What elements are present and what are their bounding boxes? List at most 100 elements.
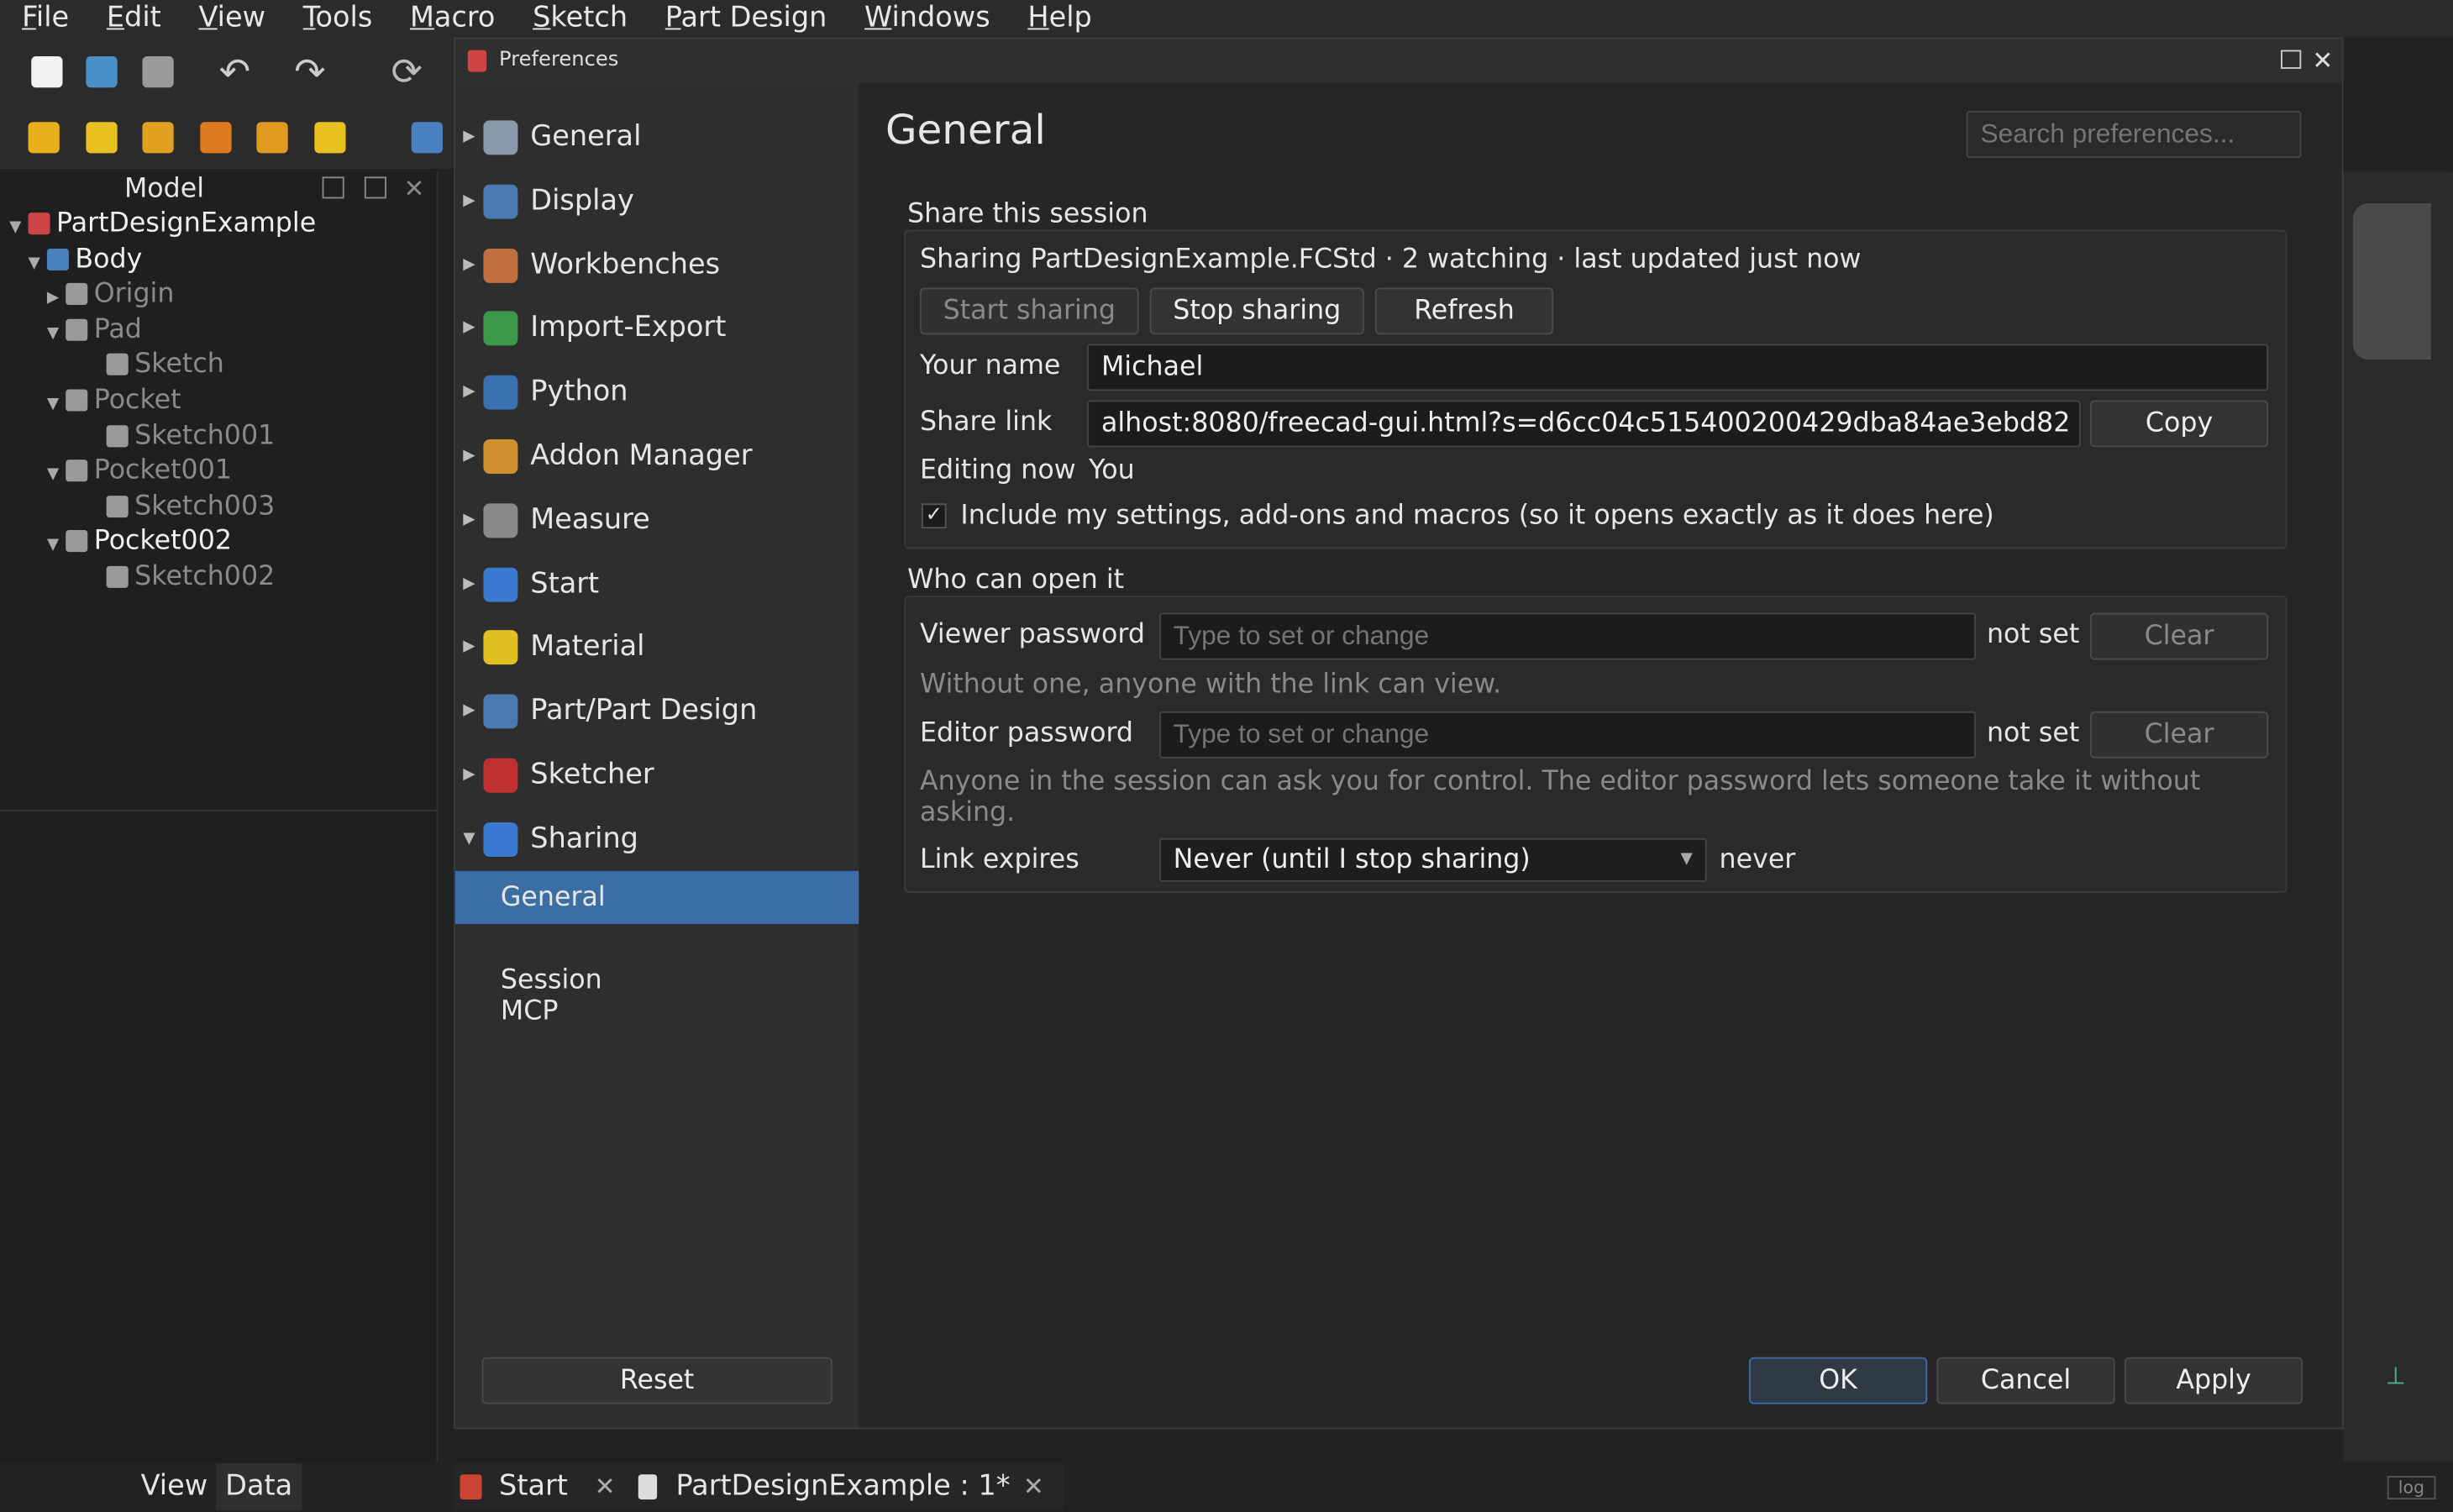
tree-item[interactable]: ▼ PartDesignExample bbox=[9, 207, 316, 241]
stop-sharing-button[interactable]: Stop sharing bbox=[1149, 287, 1364, 335]
navigation-cube[interactable] bbox=[2352, 202, 2431, 360]
close-tab-icon[interactable]: ✕ bbox=[595, 1463, 616, 1510]
refresh-button[interactable]: Refresh bbox=[1374, 287, 1554, 335]
pad-icon[interactable] bbox=[86, 122, 118, 154]
nav-item-general[interactable]: ▶ General bbox=[455, 107, 859, 169]
start-sharing-button[interactable]: Start sharing bbox=[919, 287, 1139, 335]
chevron-right-icon[interactable]: ▶ bbox=[463, 171, 475, 233]
redo-icon[interactable]: ↷ bbox=[294, 50, 325, 94]
tab-data[interactable]: Data bbox=[215, 1463, 302, 1511]
chevron-down-icon[interactable]: ▼ bbox=[29, 246, 47, 281]
viewer-clear-button[interactable]: Clear bbox=[2089, 612, 2269, 660]
chevron-right-icon[interactable]: ▶ bbox=[463, 489, 475, 551]
menu-macro[interactable]: Macro bbox=[388, 0, 511, 38]
menu-sketch[interactable]: Sketch bbox=[511, 0, 643, 38]
apply-button[interactable]: Apply bbox=[2124, 1357, 2303, 1404]
panel-close-icon[interactable]: ✕ bbox=[403, 174, 424, 203]
menu-edit[interactable]: Edit bbox=[85, 0, 177, 38]
chevron-down-icon[interactable]: ▼ bbox=[47, 317, 66, 351]
doc-tab-partdesign[interactable]: PartDesignExample : 1* bbox=[675, 1463, 1010, 1510]
doc-tab-start[interactable]: Start bbox=[499, 1463, 568, 1510]
maximize-icon[interactable] bbox=[2281, 50, 2302, 69]
menu-file[interactable]: File bbox=[0, 0, 85, 38]
cancel-button[interactable]: Cancel bbox=[1936, 1357, 2115, 1404]
nav-item-material[interactable]: ▶ Material bbox=[455, 617, 859, 679]
chevron-right-icon[interactable]: ▶ bbox=[463, 361, 475, 423]
nav-item-measure[interactable]: ▶ Measure bbox=[455, 489, 859, 551]
nav-item-part-part-design[interactable]: ▶ Part/Part Design bbox=[455, 680, 859, 743]
chevron-right-icon[interactable]: ▶ bbox=[463, 234, 475, 296]
nav-item-python[interactable]: ▶ Python bbox=[455, 361, 859, 423]
chevron-right-icon[interactable]: ▶ bbox=[463, 744, 475, 806]
tab-view[interactable]: View bbox=[141, 1463, 208, 1510]
tree-item[interactable]: Sketch bbox=[87, 348, 224, 382]
chevron-down-icon[interactable]: ▼ bbox=[47, 459, 66, 493]
nav-icon bbox=[483, 566, 518, 601]
nav-item-import-export[interactable]: ▶ Import-Export bbox=[455, 297, 859, 360]
panel-restore-icon[interactable] bbox=[364, 176, 386, 199]
undo-icon[interactable]: ↶ bbox=[219, 50, 250, 94]
revolution-icon[interactable] bbox=[200, 122, 232, 154]
menu-part-design[interactable]: Part Design bbox=[643, 0, 843, 38]
nav-sub-general[interactable]: General bbox=[455, 877, 859, 917]
chevron-right-icon[interactable]: ▶ bbox=[463, 617, 475, 679]
nav-item-sharing[interactable]: ▼ Sharing bbox=[455, 808, 859, 870]
tree-item[interactable]: Sketch001 bbox=[87, 418, 275, 453]
menu-tools[interactable]: Tools bbox=[281, 0, 388, 38]
pocket-icon[interactable] bbox=[142, 122, 174, 154]
chevron-right-icon[interactable]: ▶ bbox=[47, 281, 66, 316]
tree-item[interactable]: ▼ Pocket001 bbox=[47, 454, 232, 488]
chevron-down-icon[interactable]: ▼ bbox=[463, 808, 475, 870]
menu-view[interactable]: View bbox=[176, 0, 281, 38]
nav-item-sketcher[interactable]: ▶ Sketcher bbox=[455, 744, 859, 806]
chevron-right-icon[interactable]: ▶ bbox=[463, 107, 475, 169]
tree-item[interactable]: Sketch002 bbox=[87, 559, 275, 594]
nav-sub-session[interactable]: Session bbox=[455, 964, 859, 995]
chevron-down-icon[interactable]: ▼ bbox=[47, 388, 66, 423]
tree-item[interactable]: ▼ Pad bbox=[47, 312, 142, 347]
refresh-icon[interactable]: ⟳ bbox=[391, 50, 423, 94]
chevron-down-icon[interactable]: ▼ bbox=[9, 211, 28, 245]
chevron-right-icon[interactable]: ▶ bbox=[463, 425, 475, 487]
create-body-icon[interactable] bbox=[28, 122, 60, 154]
menu-windows[interactable]: Windows bbox=[843, 0, 1006, 38]
chevron-right-icon[interactable]: ▶ bbox=[463, 553, 475, 615]
nav-item-addon-manager[interactable]: ▶ Addon Manager bbox=[455, 425, 859, 487]
open-file-icon[interactable] bbox=[86, 56, 118, 88]
log-button[interactable]: log bbox=[2387, 1476, 2436, 1500]
tree-item[interactable]: ▼ Body bbox=[29, 242, 143, 276]
link-expires-value: Never (until I stop sharing) bbox=[1173, 844, 1531, 876]
nav-item-start[interactable]: ▶ Start bbox=[455, 553, 859, 615]
primitive-icon[interactable] bbox=[314, 122, 346, 154]
close-icon[interactable]: ✕ bbox=[2312, 39, 2333, 83]
chevron-right-icon[interactable]: ▶ bbox=[463, 680, 475, 743]
panel-float-icon[interactable] bbox=[322, 176, 344, 199]
editor-clear-button[interactable]: Clear bbox=[2089, 711, 2269, 759]
datum-icon[interactable] bbox=[411, 122, 444, 154]
new-file-icon[interactable] bbox=[31, 56, 63, 88]
chevron-down-icon[interactable]: ▼ bbox=[47, 529, 66, 564]
link-expires-select[interactable]: Never (until I stop sharing) ▼ bbox=[1158, 837, 1707, 882]
menu-help[interactable]: Help bbox=[1006, 0, 1107, 38]
close-tab-icon[interactable]: ✕ bbox=[1023, 1463, 1044, 1510]
nav-item-workbenches[interactable]: ▶ Workbenches bbox=[455, 234, 859, 296]
viewer-password-input[interactable] bbox=[1158, 612, 1976, 660]
tree-item[interactable]: ▼ Pocket002 bbox=[47, 524, 232, 559]
loft-icon[interactable] bbox=[256, 122, 288, 154]
include-settings-checkbox[interactable]: ✓ bbox=[921, 503, 947, 529]
save-file-icon[interactable] bbox=[142, 56, 174, 88]
editor-password-input[interactable] bbox=[1158, 711, 1976, 759]
your-name-input[interactable]: Michael bbox=[1087, 344, 2269, 391]
chevron-right-icon[interactable]: ▶ bbox=[463, 297, 475, 360]
copy-button[interactable]: Copy bbox=[2089, 400, 2269, 448]
tree-item[interactable]: Sketch003 bbox=[87, 489, 275, 523]
3d-view[interactable]: ⟂ bbox=[2343, 171, 2453, 1462]
share-link-field[interactable]: alhost:8080/freecad-gui.html?s=d6cc04c51… bbox=[1087, 400, 2081, 448]
tree-item[interactable]: ▶ Origin bbox=[47, 277, 175, 312]
tree-item[interactable]: ▼ Pocket bbox=[47, 383, 181, 417]
search-input[interactable] bbox=[1966, 111, 2302, 159]
ok-button[interactable]: OK bbox=[1748, 1357, 1928, 1404]
reset-button[interactable]: Reset bbox=[481, 1357, 833, 1404]
nav-sub-mcp[interactable]: MCP bbox=[455, 996, 859, 1027]
nav-item-display[interactable]: ▶ Display bbox=[455, 171, 859, 233]
